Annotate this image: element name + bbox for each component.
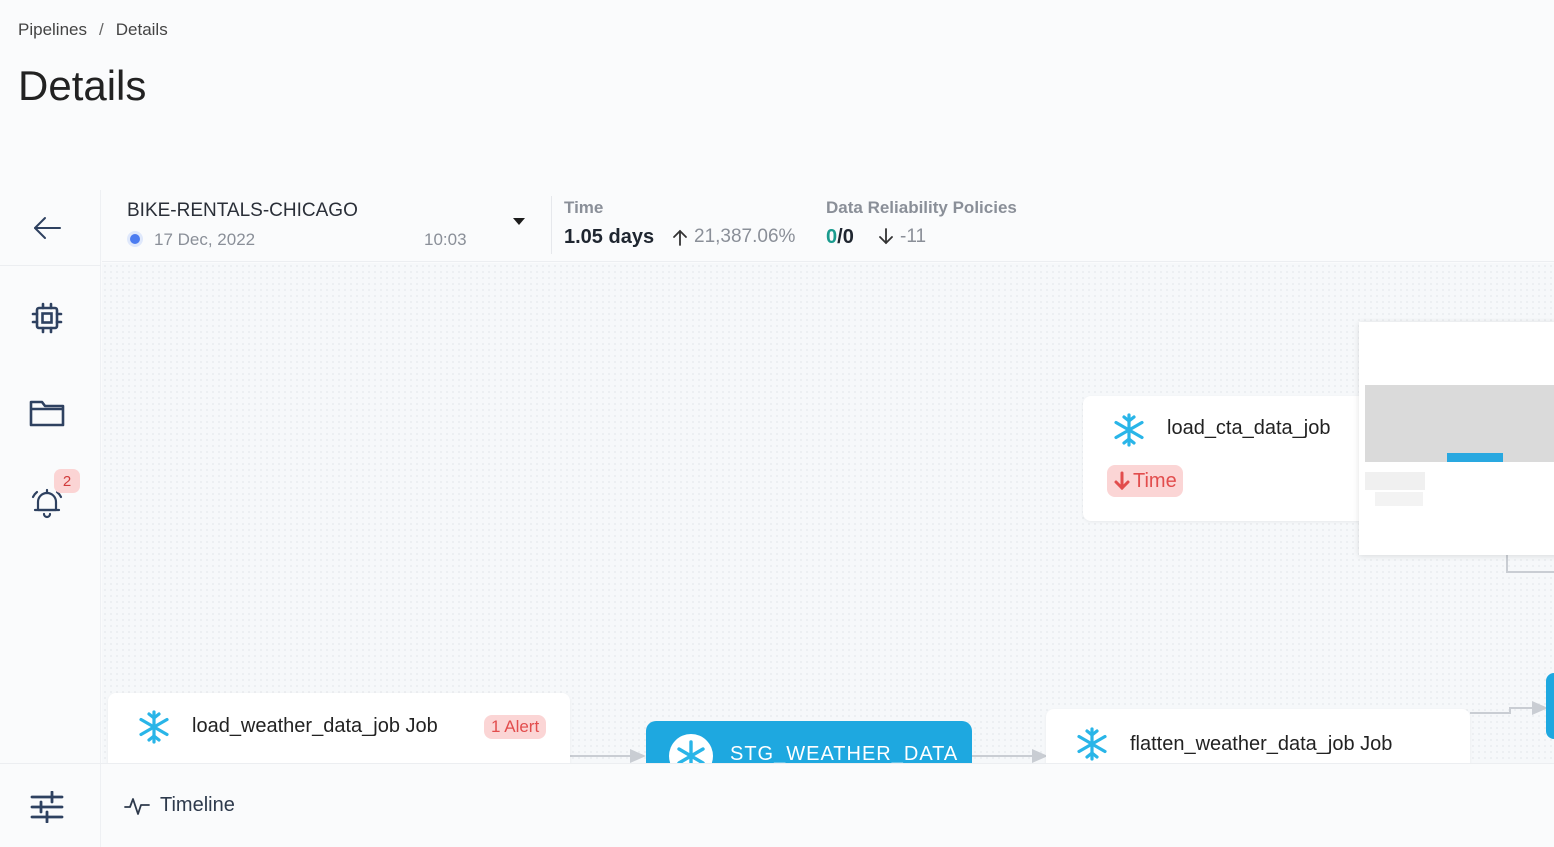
policies-metric-value: 0/0 xyxy=(826,226,854,249)
policies-metric-label: Data Reliability Policies xyxy=(826,198,1017,217)
graph-minimap[interactable] xyxy=(1359,322,1554,555)
policies-metric-change: -11 xyxy=(878,226,926,248)
folder-icon xyxy=(29,400,65,427)
time-metric-change-value: 21,387.06% xyxy=(694,226,796,247)
back-button[interactable] xyxy=(24,205,70,251)
policies-change-value: -11 xyxy=(900,226,927,247)
breadcrumb-pipelines-link[interactable]: Pipelines xyxy=(18,20,87,40)
alerts-count-badge: 2 xyxy=(54,469,80,493)
pipeline-header: BIKE-RENTALS-CHICAGO 17 Dec, 2022 10:03 … xyxy=(102,190,1554,262)
time-metric-change: 21,387.06% xyxy=(672,226,795,248)
job-node-title: flatten_weather_data_job Job xyxy=(1130,733,1393,755)
time-anomaly-label: Time xyxy=(1133,469,1177,492)
breadcrumb-separator: / xyxy=(99,20,104,39)
timeline-label: Timeline xyxy=(160,794,235,816)
header-divider xyxy=(551,196,552,254)
minimap-node xyxy=(1375,492,1423,506)
time-anomaly-tag[interactable]: Time xyxy=(1107,465,1183,497)
arrow-down-icon xyxy=(1114,471,1130,491)
time-metric-value: 1.05 days xyxy=(564,226,655,248)
activity-pulse-icon xyxy=(124,797,150,815)
sidebar-item-files[interactable] xyxy=(24,390,70,436)
snowflake-icon xyxy=(669,734,713,763)
pipeline-graph-canvas[interactable]: load_cta_data_job Time load_weather_data… xyxy=(102,263,1554,763)
alert-count-pill[interactable]: 1 Alert xyxy=(484,715,547,739)
table-node-offscreen[interactable] xyxy=(1546,673,1554,739)
job-node-flatten-weather-data[interactable]: flatten_weather_data_job Job xyxy=(1046,709,1470,763)
minimap-node xyxy=(1365,472,1425,490)
bottom-sidebar-cell xyxy=(0,764,101,847)
policies-total: 0 xyxy=(842,226,854,248)
table-node-title: STG_WEATHER_DATA xyxy=(730,743,959,763)
time-metric-label: Time xyxy=(564,198,604,217)
cpu-icon xyxy=(31,302,63,334)
policies-passed: 0 xyxy=(826,226,838,248)
job-node-title: load_cta_data_job xyxy=(1167,417,1331,439)
arrow-left-icon xyxy=(34,217,61,239)
minimap-viewport[interactable] xyxy=(1365,385,1554,462)
pipeline-details-page: Pipelines / Details Details 2 BIKE-RENTA… xyxy=(0,0,1554,847)
job-node-load-weather-data[interactable]: load_weather_data_job Job 1 Alert xyxy=(108,693,570,763)
sliders-icon xyxy=(30,791,64,823)
sidebar: 2 xyxy=(0,190,101,847)
run-select-dropdown-icon[interactable] xyxy=(513,218,525,225)
sidebar-item-compute[interactable] xyxy=(24,295,70,341)
page-title: Details xyxy=(18,62,147,109)
snowflake-icon xyxy=(1114,413,1144,447)
run-status-dot xyxy=(130,234,140,244)
run-time: 10:03 xyxy=(424,230,467,249)
job-node-title: load_weather_data_job Job xyxy=(192,715,438,737)
run-date: 17 Dec, 2022 xyxy=(154,230,256,249)
timeline-button[interactable]: Timeline xyxy=(124,794,235,817)
job-node-load-cta-data[interactable]: load_cta_data_job Time xyxy=(1083,396,1383,521)
bottom-bar: Timeline xyxy=(0,763,1554,847)
filters-button[interactable] xyxy=(24,784,70,830)
breadcrumb: Pipelines / Details xyxy=(18,20,168,40)
minimap-stg-node xyxy=(1447,453,1503,462)
pipeline-name[interactable]: BIKE-RENTALS-CHICAGO xyxy=(127,200,358,222)
arrow-down-icon xyxy=(879,228,893,245)
snowflake-icon xyxy=(139,710,169,744)
breadcrumb-current: Details xyxy=(115,20,168,39)
arrow-up-icon xyxy=(673,229,687,246)
sidebar-divider xyxy=(0,265,101,266)
table-node-stg-weather-data[interactable]: STG_WEATHER_DATA xyxy=(646,721,972,763)
snowflake-icon xyxy=(1077,727,1107,761)
